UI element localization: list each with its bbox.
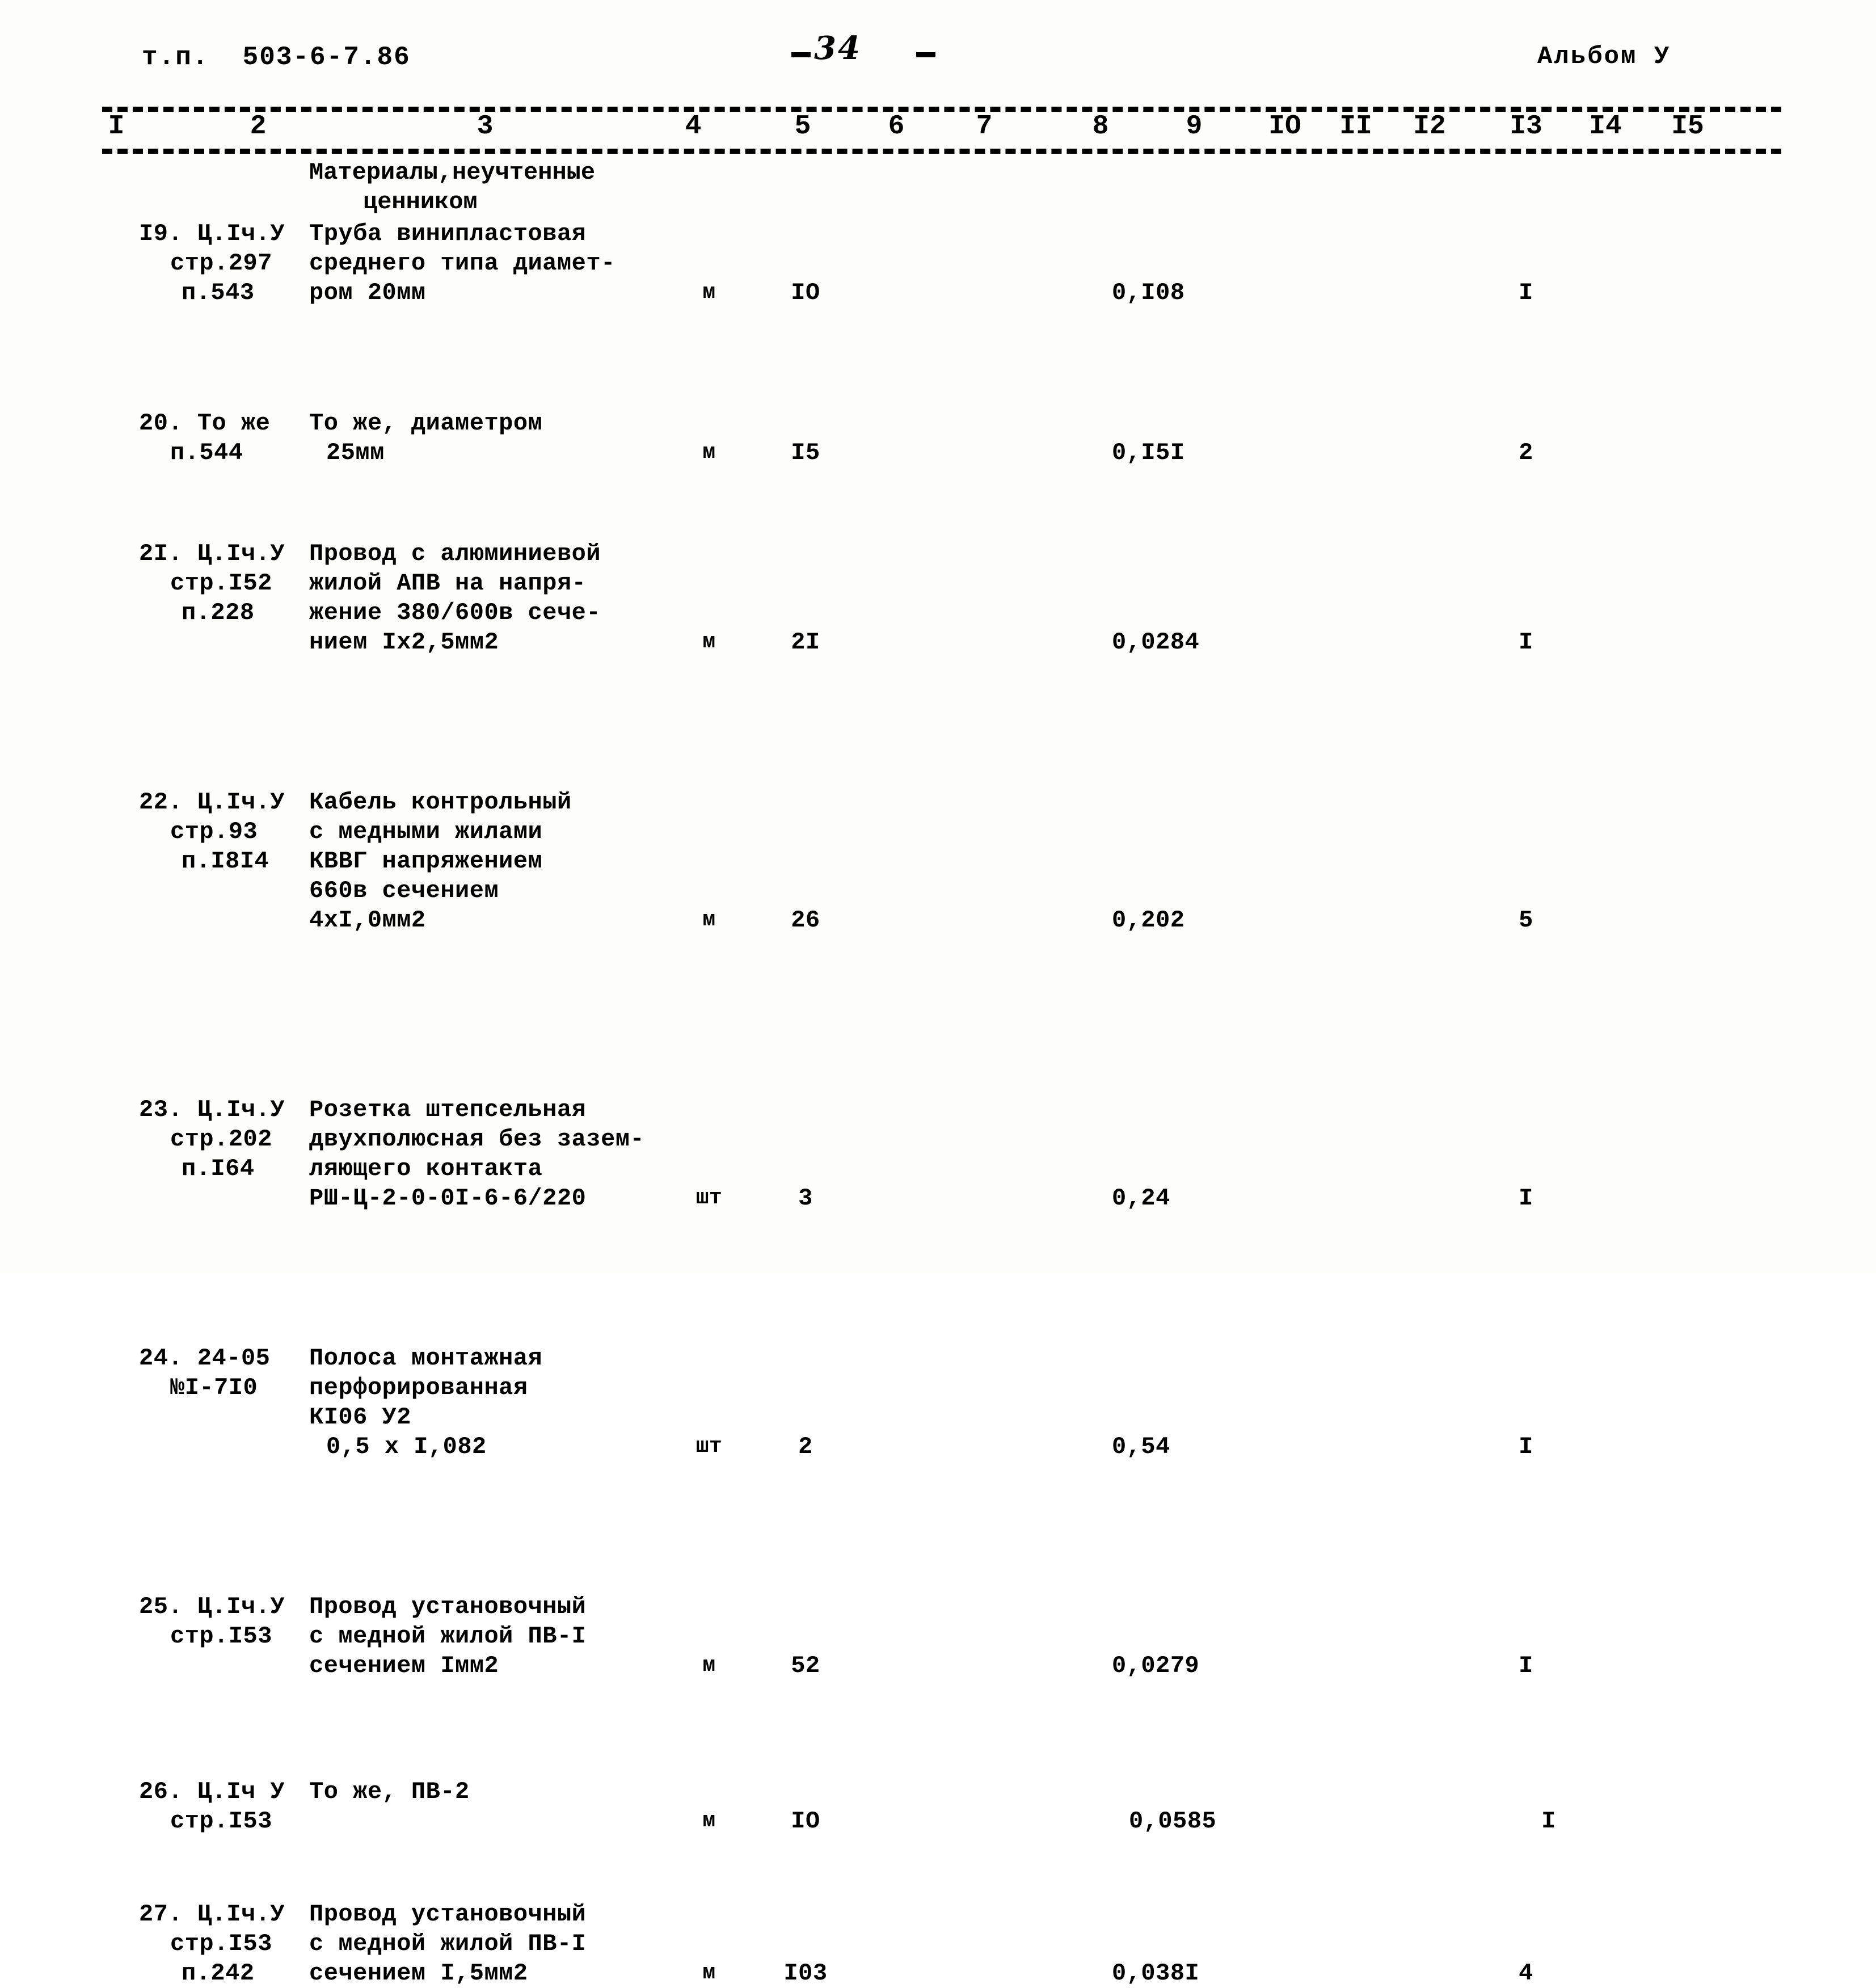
row-quantity: 3: [798, 1185, 813, 1212]
table-row: 25. Ц.Iч.У стр.I53 Провод установочный с ме…: [0, 807, 1876, 1679]
column-number-4: 4: [685, 111, 702, 142]
document-code: т.п. 503-6-7.86: [142, 43, 411, 72]
row-description-line: То же, ПВ-2: [309, 1778, 470, 1805]
column-number-7: 7: [976, 111, 993, 142]
row-number: 26.: [139, 1778, 183, 1805]
column-number-10: IO: [1268, 111, 1301, 142]
row-number: 25.: [139, 1593, 183, 1620]
row-description-line: перфорированная: [309, 1374, 528, 1401]
row-code-line: Ц.Iч.У: [183, 1096, 285, 1123]
row-code-line: Ц.Iч.У: [183, 1593, 285, 1620]
row-last-column: 4: [1519, 1960, 1533, 1987]
row-quantity: 2: [798, 1433, 813, 1460]
table-row: 20. То же п.544 То же, диаметром 25мм м I5 0,I…: [0, 246, 1876, 466]
column-number-8: 8: [1092, 111, 1109, 142]
row-last-column: I: [1519, 1185, 1533, 1212]
page-number-dash-right: [916, 52, 935, 57]
column-number-2: 2: [250, 111, 267, 142]
album-label: Альбом У: [1537, 43, 1671, 71]
column-number-11: II: [1339, 111, 1372, 142]
row-number: 27.: [139, 1901, 183, 1928]
row-price: 0,54: [1112, 1433, 1170, 1460]
row-unit: шт: [695, 1186, 723, 1210]
row-quantity: 52: [791, 1652, 820, 1679]
row-code-line: 24-05: [183, 1345, 271, 1372]
row-last-column: I: [1519, 1433, 1533, 1460]
row-unit: м: [702, 1653, 716, 1678]
row-number-and-code: 23. Ц.Iч.У: [139, 1095, 321, 1124]
table-row: 22. Ц.Iч.У стр.93 п.I8I4 Кабель контрольный…: [0, 423, 1876, 934]
table-rule-bottom: [102, 149, 1781, 154]
row-description-line: сечением I,5мм2: [309, 1960, 528, 1987]
column-number-1: I: [108, 111, 125, 142]
column-number-6: 6: [888, 111, 905, 142]
row-number-and-code: I9. Ц.Iч.У: [139, 219, 321, 248]
column-number-14: I4: [1589, 111, 1622, 142]
row-description-line: Розетка штепсельная: [309, 1096, 587, 1123]
row-number-and-code: 24. 24-05: [139, 1343, 321, 1373]
row-description-line: Провод установочный: [309, 1593, 587, 1620]
table-row: 26. Ц.Iч Устр.I53 То же, ПВ-2 м IO 0,0585 I: [0, 895, 1876, 1835]
row-price: 0,038I: [1112, 1960, 1200, 1987]
row-description-line: Труба винипластовая: [309, 220, 587, 247]
row-last-column: I: [1519, 1652, 1533, 1679]
row-description-line: сечением Iмм2: [309, 1652, 499, 1679]
table-body: Материалы,неучтенные ценником I9. Ц.Iч.У ст…: [0, 158, 1876, 1987]
row-code-line: Ц.Iч У: [183, 1778, 285, 1805]
column-number-5: 5: [794, 111, 811, 142]
row-description-line: ляющего контакта: [309, 1155, 543, 1182]
row-code-line: Ц.Iч.У: [183, 1901, 285, 1928]
table-row: 27. Ц.Iч.У стр.I53 п.242 Провод установочны…: [0, 954, 1876, 1987]
column-number-15: I5: [1671, 111, 1704, 142]
row-number-and-code: 26. Ц.Iч У: [139, 1777, 321, 1806]
column-number-row: I 2 3 4 5 6 7 8 9 IO II I2 I3 I4 I5: [0, 111, 1876, 148]
row-unit: шт: [695, 1434, 723, 1459]
row-price: 0,0585: [1129, 1808, 1217, 1835]
row-description-line: двухполюсная без зазем-: [309, 1126, 645, 1153]
row-price: 0,0279: [1112, 1652, 1200, 1679]
document-page: т.п. 503-6-7.86 34 Альбом У I 2 3 4 5 6 7 8 9 IO I…: [0, 0, 1876, 1987]
row-number-and-code: 27. Ц.Iч.У: [139, 1899, 321, 1929]
row-code-line: стр.I53: [170, 1808, 272, 1835]
page-number: 34: [814, 30, 862, 67]
table-row: I9. Ц.Iч.У стр.297 п.543 Труба винипластова…: [0, 158, 1876, 306]
column-number-13: I3: [1510, 111, 1542, 142]
row-quantity: I03: [783, 1960, 828, 1987]
row-price: 0,24: [1112, 1185, 1170, 1212]
row-number: I9.: [139, 220, 183, 247]
row-description-line: Полоса монтажная: [309, 1345, 543, 1372]
page-number-dash-left: [791, 52, 811, 57]
row-unit: м: [702, 1961, 716, 1985]
row-number-and-code: 25. Ц.Iч.У: [139, 1592, 321, 1621]
row-description-line: с медной жилой ПВ-I: [309, 1623, 587, 1650]
row-description-line: с медной жилой ПВ-I: [309, 1930, 587, 1957]
table-row: 24. 24-05 №I-7I0 Полоса монтажная перфориро…: [0, 689, 1876, 1460]
row-number: 23.: [139, 1096, 183, 1123]
table-row: 23. Ц.Iч.У стр.202 п.I64 Розетка штепсельна…: [0, 571, 1876, 1212]
table-row: 2I. Ц.Iч.У стр.I52 п.228 Провод с алюминиев…: [0, 305, 1876, 656]
row-description-line: Провод установочный: [309, 1901, 587, 1928]
row-description-line: РШ-Ц-2-0-0I-6-6/220: [309, 1185, 587, 1212]
row-quantity: IO: [791, 1808, 820, 1835]
row-code-line: Ц.Iч.У: [183, 220, 285, 247]
row-unit: м: [702, 1809, 716, 1833]
column-number-9: 9: [1186, 111, 1203, 142]
row-last-column: I: [1541, 1808, 1556, 1835]
row-number: 24.: [139, 1345, 183, 1372]
row-description-line: 0,5 х I,082: [326, 1433, 487, 1460]
column-number-3: 3: [477, 111, 494, 142]
column-number-12: I2: [1413, 111, 1446, 142]
row-description-line: КI06 У2: [309, 1404, 411, 1431]
